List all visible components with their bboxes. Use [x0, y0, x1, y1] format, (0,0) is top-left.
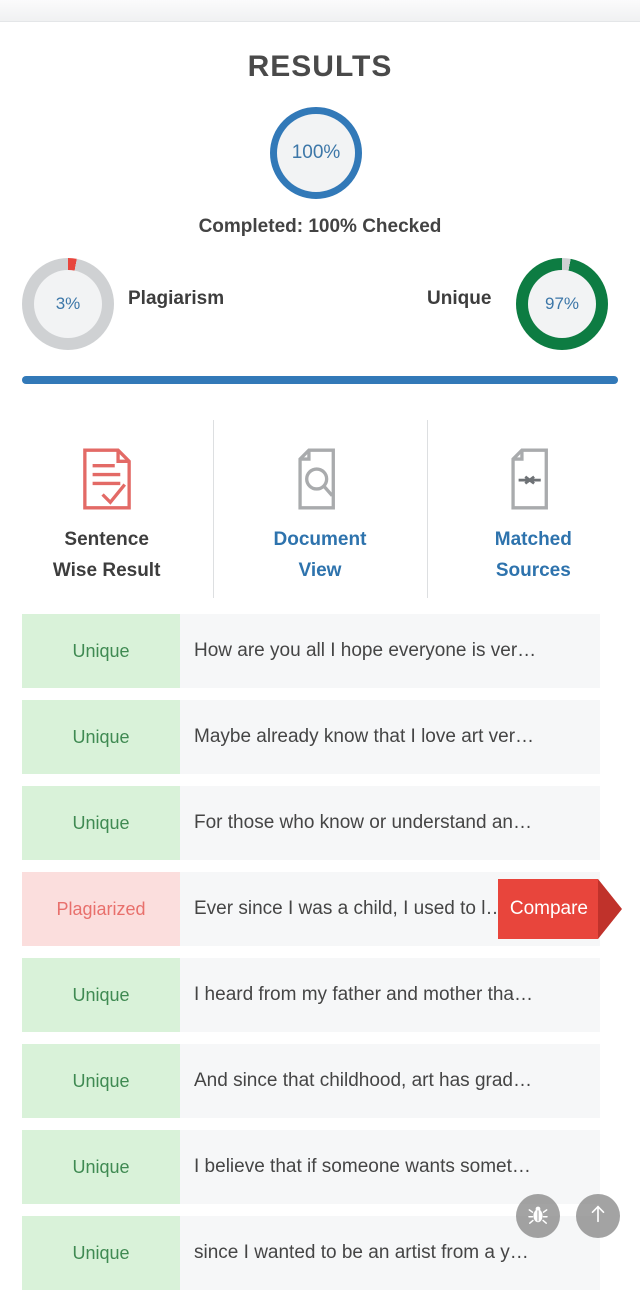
plagiarism-label: Plagiarism	[128, 288, 225, 309]
tab-matched-sources[interactable]: Matched Sources	[426, 420, 640, 600]
compare-arrow-point-icon	[598, 879, 622, 939]
tab-sentence-wise-result-label: Sentence Wise Result	[52, 529, 161, 582]
overall-progress-ring: 100%	[270, 107, 362, 199]
sentence-text: Maybe already know that I love art ver…	[194, 726, 535, 747]
compare-button[interactable]: Compare	[497, 879, 622, 939]
document-check-icon	[80, 448, 134, 510]
unique-donut: 97%	[516, 258, 608, 350]
table-row[interactable]: Plagiarized Ever since I was a child, I …	[22, 872, 622, 946]
table-row[interactable]: Unique I heard from my father and mother…	[22, 958, 600, 1032]
sentence-text: And since that childhood, art has grad…	[194, 1070, 532, 1091]
table-row[interactable]: Unique How are you all I hope everyone i…	[22, 614, 600, 688]
sentence-result-list: Unique How are you all I hope everyone i…	[22, 614, 622, 1302]
tab-document-view-label: Document View	[273, 529, 367, 582]
overall-progress-value: 100%	[291, 142, 341, 163]
sentence-text: For those who know or understand an…	[194, 812, 532, 833]
arrow-up-icon	[587, 1203, 609, 1230]
status-badge: Unique	[22, 1216, 180, 1290]
table-row[interactable]: Unique Maybe already know that I love ar…	[22, 700, 600, 774]
sentence-text: How are you all I hope everyone is ver…	[194, 640, 537, 661]
completed-status-text: Completed: 100% Checked	[198, 216, 442, 237]
table-row[interactable]: Unique And since that childhood, art has…	[22, 1044, 600, 1118]
status-badge: Unique	[22, 614, 180, 688]
status-badge: Unique	[22, 1130, 180, 1204]
status-badge: Unique	[22, 786, 180, 860]
table-row[interactable]: Unique I believe that if someone wants s…	[22, 1130, 600, 1204]
debug-button[interactable]	[516, 1194, 560, 1238]
unique-label: Unique	[427, 288, 492, 309]
table-row[interactable]: Unique For those who know or understand …	[22, 786, 600, 860]
document-arrows-icon	[506, 448, 560, 510]
unique-value: 97%	[528, 270, 596, 338]
compare-button-label: Compare	[497, 879, 598, 939]
tab-sentence-wise-result[interactable]: Sentence Wise Result	[0, 420, 213, 600]
table-row[interactable]: Unique since I wanted to be an artist fr…	[22, 1216, 600, 1290]
section-divider-bar	[22, 376, 618, 384]
result-view-tabs: Sentence Wise Result Document View Match…	[0, 420, 640, 600]
status-badge: Unique	[22, 958, 180, 1032]
document-search-icon	[293, 448, 347, 510]
status-badge: Unique	[22, 1044, 180, 1118]
status-badge: Unique	[22, 700, 180, 774]
sentence-text: I heard from my father and mother tha…	[194, 984, 533, 1005]
page-title: RESULTS	[247, 50, 393, 83]
browser-status-band	[0, 0, 640, 22]
tab-matched-sources-label: Matched Sources	[494, 529, 572, 582]
scroll-to-top-button[interactable]	[576, 1194, 620, 1238]
sentence-text: I believe that if someone wants somet…	[194, 1156, 531, 1177]
plagiarism-donut: 3%	[22, 258, 114, 350]
plagiarism-value: 3%	[34, 270, 102, 338]
tab-document-view[interactable]: Document View	[213, 420, 426, 600]
status-badge: Plagiarized	[22, 872, 180, 946]
bug-icon	[527, 1203, 549, 1230]
